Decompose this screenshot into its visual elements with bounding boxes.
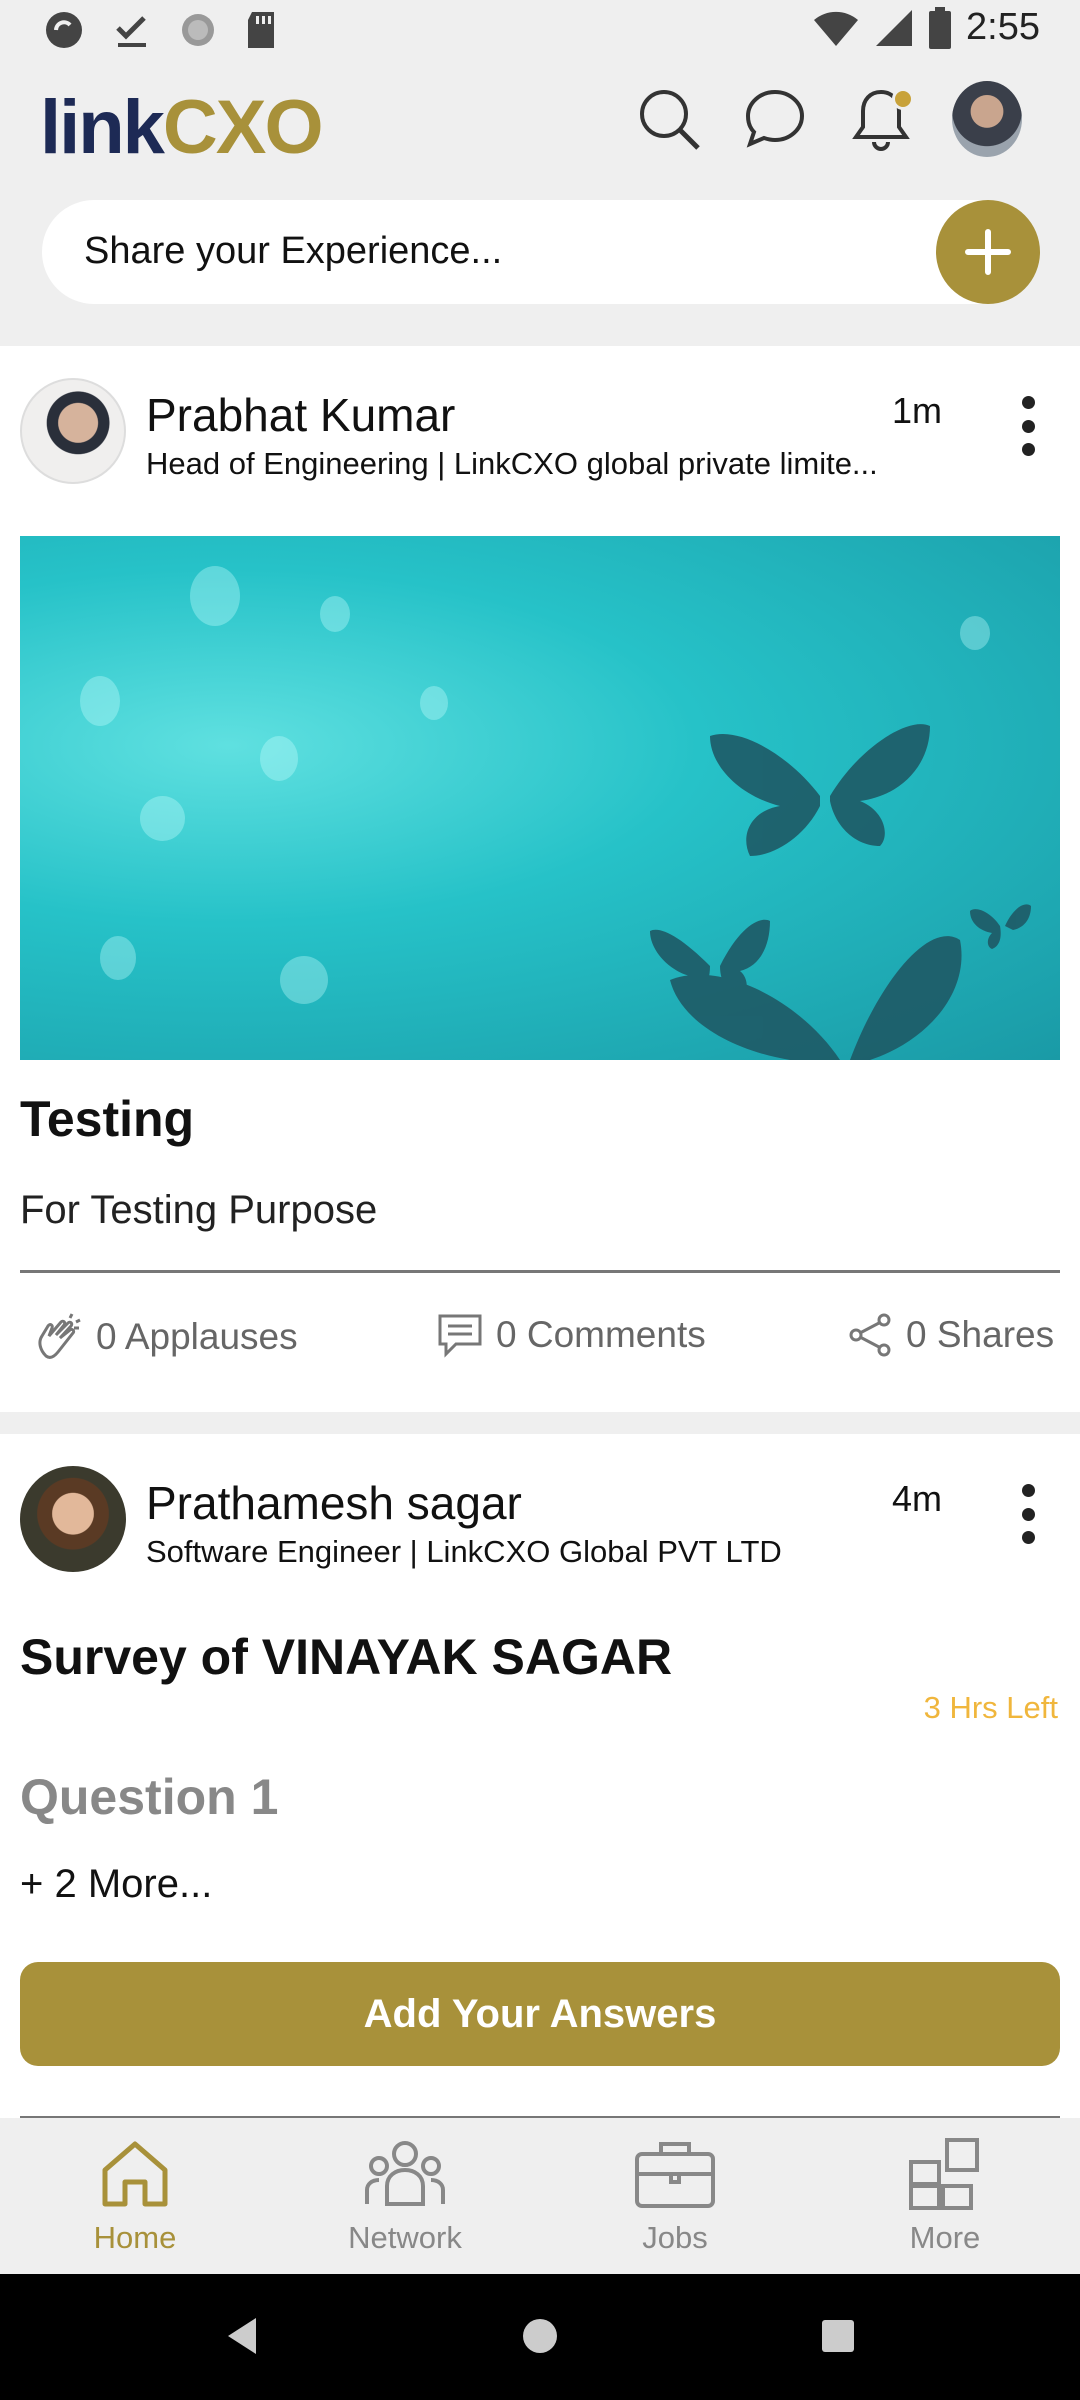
post-title: Testing (20, 1091, 195, 1147)
nav-network[interactable]: Network (305, 2136, 505, 2256)
post-divider (20, 1270, 1060, 1273)
status-left-icons (42, 8, 278, 52)
notification-dot (892, 88, 914, 110)
back-icon[interactable] (222, 2314, 262, 2358)
survey-question: Question 1 (20, 1769, 279, 1825)
nav-home-label: Home (93, 2220, 177, 2255)
status-right-icons: 2:55 (812, 6, 1040, 49)
logo-part-link: link (40, 85, 165, 170)
share-count: 0 Shares (906, 1314, 1055, 1355)
avatar (952, 81, 1022, 157)
author-avatar[interactable] (20, 378, 126, 484)
author-subtitle: Head of Engineering | LinkCXO global pri… (146, 446, 878, 481)
status-time: 2:55 (966, 6, 1040, 48)
survey-title: Survey of VINAYAK SAGAR (20, 1629, 673, 1685)
add-post-button[interactable] (936, 200, 1040, 304)
post-image[interactable] (20, 536, 1060, 1060)
network-icon (365, 2141, 445, 2206)
author-name[interactable]: Prathamesh sagar (146, 1476, 522, 1530)
sync-icon (46, 12, 82, 48)
share-button[interactable]: 0 Shares (848, 1312, 1054, 1358)
more-questions-link[interactable]: + 2 More... (20, 1862, 212, 1907)
plus-icon (965, 229, 1011, 275)
applause-icon (38, 1313, 81, 1359)
nav-more-label: More (909, 2220, 981, 2255)
author-subtitle: Software Engineer | LinkCXO Global PVT L… (146, 1534, 782, 1569)
author-avatar[interactable] (20, 1466, 126, 1572)
comment-button[interactable]: 0 Comments (436, 1312, 706, 1358)
more-options-icon[interactable] (1016, 396, 1040, 456)
app-header: linkCXO (0, 66, 1080, 196)
nav-more[interactable]: More (845, 2136, 1045, 2256)
download-done-icon (116, 16, 146, 47)
butterflies-graphic (650, 724, 1031, 1060)
post-header: Prabhat Kumar Head of Engineering | Link… (20, 378, 1060, 488)
bottom-navigation: Home Network Jobs More (0, 2118, 1080, 2274)
search-icon[interactable] (634, 84, 704, 154)
home-circle-icon[interactable] (520, 2314, 560, 2358)
battery-icon (929, 6, 952, 49)
status-bar: 2:55 (0, 0, 1080, 66)
post-actions: 0 Applauses 0 Comments 0 Shares (0, 1312, 1080, 1392)
nav-network-label: Network (348, 2220, 462, 2255)
post-card: Prabhat Kumar Head of Engineering | Link… (0, 346, 1080, 1412)
recents-icon[interactable] (818, 2314, 858, 2358)
post-time: 1m (891, 390, 942, 431)
bell-icon[interactable] (846, 84, 916, 154)
loading-icon (182, 14, 214, 46)
logo-part-cxo: CXO (162, 85, 324, 170)
post-header: Prathamesh sagar Software Engineer | Lin… (20, 1466, 1060, 1576)
wifi-icon (814, 11, 859, 46)
sd-card-icon (248, 12, 274, 48)
linkcxo-logo[interactable]: linkCXO (40, 84, 324, 171)
signal-icon (876, 9, 913, 46)
author-name[interactable]: Prabhat Kumar (146, 388, 455, 442)
post-time: 4m (891, 1478, 942, 1519)
briefcase-icon (635, 2142, 715, 2208)
grid-icon (909, 2138, 979, 2210)
share-experience-bar[interactable]: Share your Experience... (42, 200, 1040, 304)
profile-avatar[interactable] (952, 81, 1022, 157)
applause-button[interactable]: 0 Applauses (34, 1312, 298, 1362)
comment-icon (438, 1314, 482, 1358)
header-actions (634, 81, 1022, 157)
add-answers-button[interactable]: Add Your Answers (20, 1962, 1060, 2066)
nav-home[interactable]: Home (35, 2136, 235, 2256)
home-icon (102, 2141, 168, 2207)
applause-count: 0 Applauses (96, 1316, 298, 1357)
system-navigation-bar (0, 2274, 1080, 2400)
survey-post-card: Prathamesh sagar Software Engineer | Lin… (0, 1434, 1080, 2119)
post-body: For Testing Purpose (20, 1188, 378, 1232)
share-placeholder[interactable]: Share your Experience... (84, 230, 502, 273)
comment-count: 0 Comments (496, 1314, 706, 1355)
chat-icon[interactable] (740, 84, 810, 154)
survey-time-left: 3 Hrs Left (923, 1690, 1058, 1725)
nav-jobs[interactable]: Jobs (575, 2136, 775, 2256)
share-icon (849, 1313, 891, 1357)
nav-jobs-label: Jobs (642, 2220, 708, 2255)
more-options-icon[interactable] (1016, 1484, 1040, 1544)
